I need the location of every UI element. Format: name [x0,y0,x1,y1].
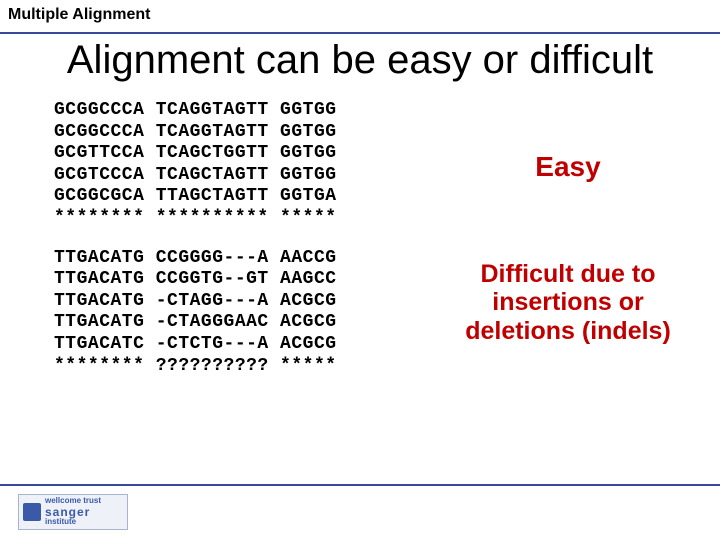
footer-rule [0,484,720,486]
labels-column: Easy Difficult due to insertions or dele… [444,100,710,377]
logo-text: wellcome trust sanger institute [45,497,101,526]
title-area: Alignment can be easy or difficult [0,34,720,96]
footer-logo: wellcome trust sanger institute [18,494,128,530]
alignment-column: GCGGCCCA TCAGGTAGTT GGTGG GCGGCCCA TCAGG… [54,100,444,377]
label-easy: Easy [535,151,600,183]
logo-sub-text: institute [45,518,101,526]
alignment-block-easy: GCGGCCCA TCAGGTAGTT GGTGG GCGGCCCA TCAGG… [54,100,444,230]
content-row: GCGGCCCA TCAGGTAGTT GGTGG GCGGCCCA TCAGG… [0,96,720,377]
header-band: Multiple Alignment [0,0,720,34]
alignment-block-difficult: TTGACATG CCGGGG---A AACCG TTGACATG CCGGT… [54,248,444,378]
label-difficult: Difficult due to insertions or deletions… [444,260,692,346]
logo-mark-icon [23,503,41,521]
slide-title: Alignment can be easy or difficult [20,38,700,82]
header-label: Multiple Alignment [8,6,712,24]
